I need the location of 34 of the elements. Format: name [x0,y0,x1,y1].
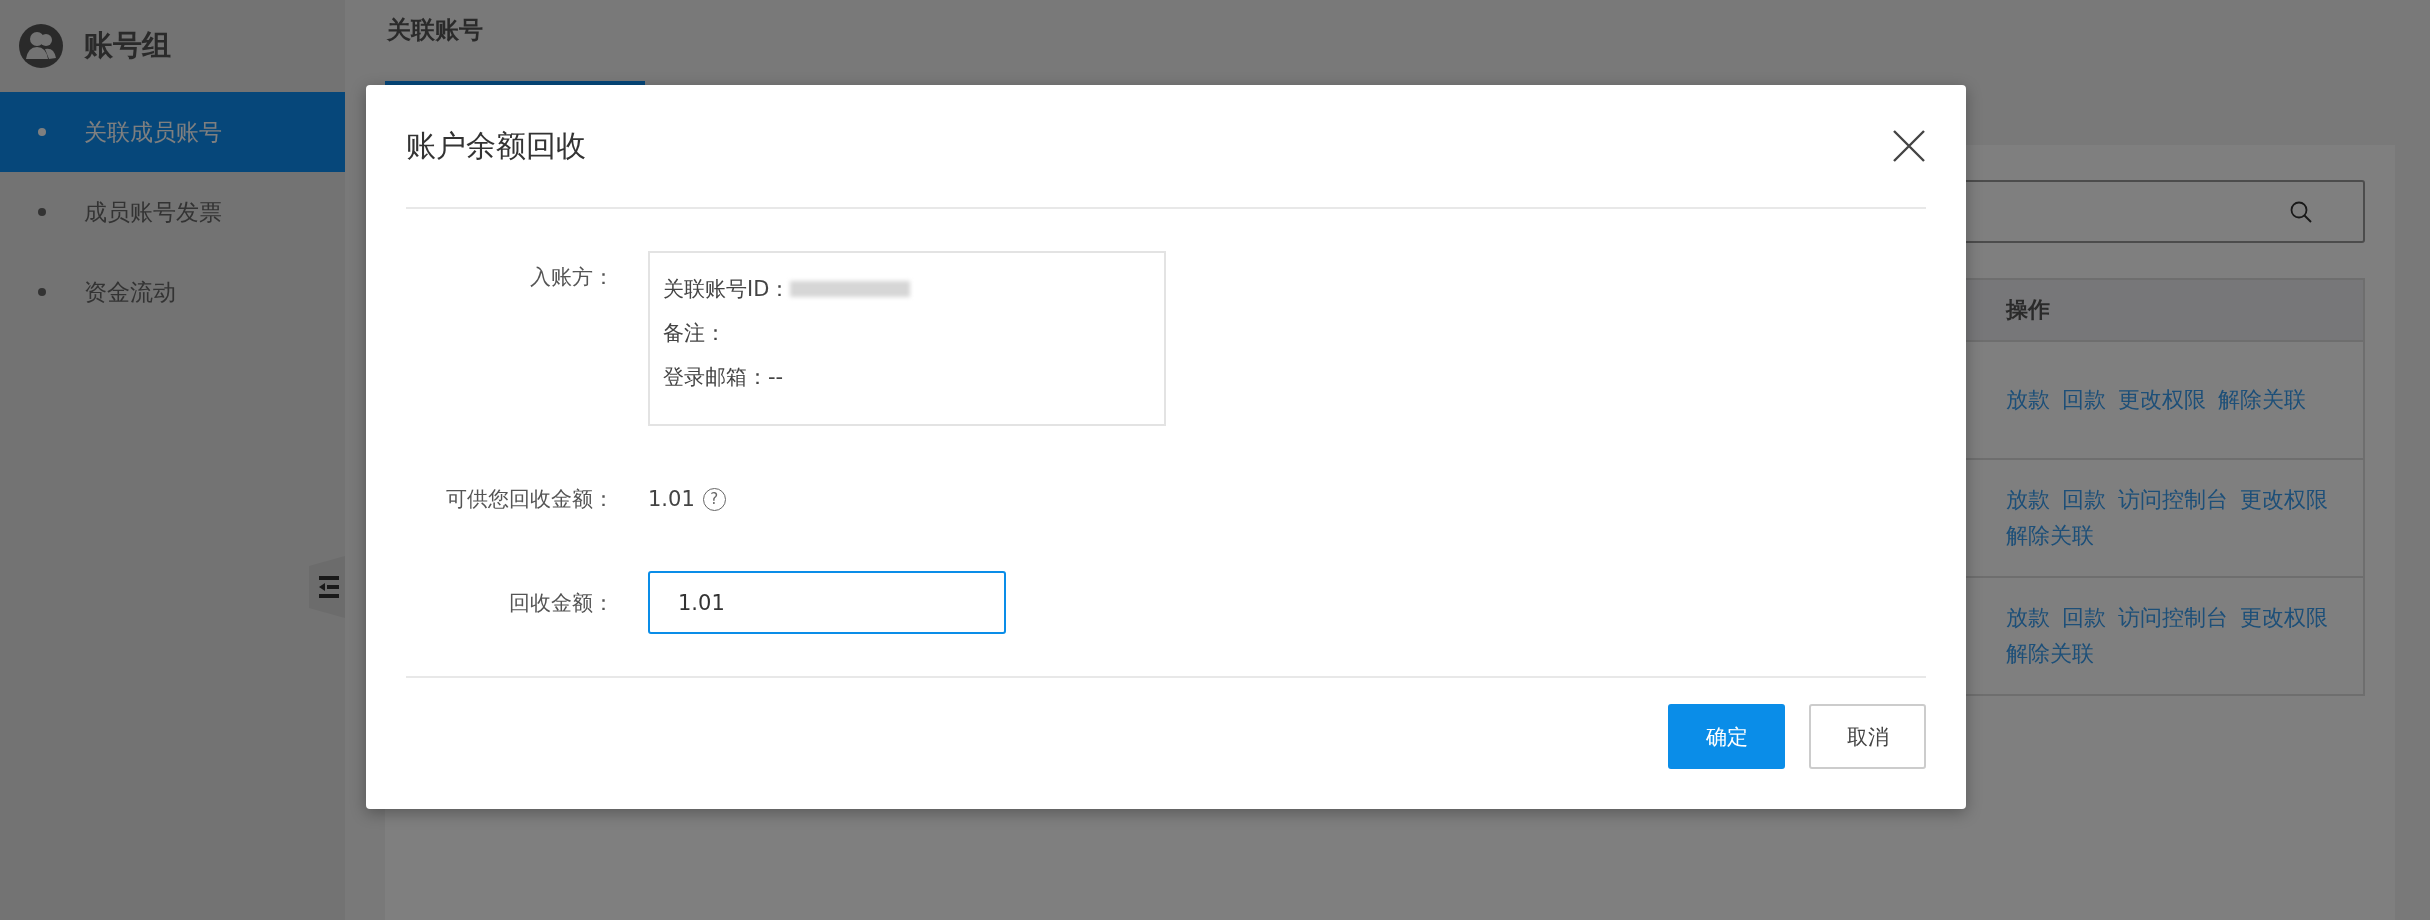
action-link[interactable]: 解除关联 [2218,384,2306,416]
sidebar-item[interactable]: 关联成员账号 [0,92,345,172]
action-link[interactable]: 回款 [2062,384,2106,416]
action-link[interactable]: 更改权限 [2240,602,2328,634]
sidebar-title: 账号组 [84,27,171,64]
sidebar-item[interactable]: 资金流动 [0,252,345,332]
action-link[interactable]: 回款 [2062,484,2106,516]
column-header: 操作 [2004,296,2051,324]
action-link[interactable]: 放款 [2006,602,2050,634]
action-link[interactable]: 解除关联 [2006,520,2094,552]
field-label: 入账方： [529,264,614,291]
action-link[interactable]: 解除关联 [2006,638,2094,670]
info-text: 登录邮箱：-- [663,364,784,391]
action-link[interactable]: 访问控制台 [2118,602,2228,634]
info-text: 备注： [663,320,726,347]
action-link[interactable]: 更改权限 [2118,384,2206,416]
action-link[interactable]: 放款 [2006,484,2050,516]
search-icon [2289,199,2313,224]
confirm-button[interactable]: 确定 [1668,704,1785,769]
dialog-title: 账户余额回收 [406,126,586,165]
action-link[interactable]: 更改权限 [2240,484,2328,516]
amount-input[interactable]: 1.01 [648,571,1006,634]
user-group-icon [18,23,64,69]
info-text: 关联账号ID： [663,276,791,303]
field-label: 可供您回收金额： [445,486,614,513]
action-link[interactable]: 回款 [2062,602,2106,634]
amount-value: 1.01 [648,487,695,511]
action-link[interactable]: 放款 [2006,384,2050,416]
close-icon[interactable] [1892,129,1926,163]
sidebar-item[interactable]: 成员账号发票 [0,172,345,252]
collapse-icon[interactable] [309,556,345,618]
cancel-button[interactable]: 取消 [1809,704,1926,769]
action-link[interactable]: 访问控制台 [2118,484,2228,516]
field-label: 回收金额： [508,589,614,617]
